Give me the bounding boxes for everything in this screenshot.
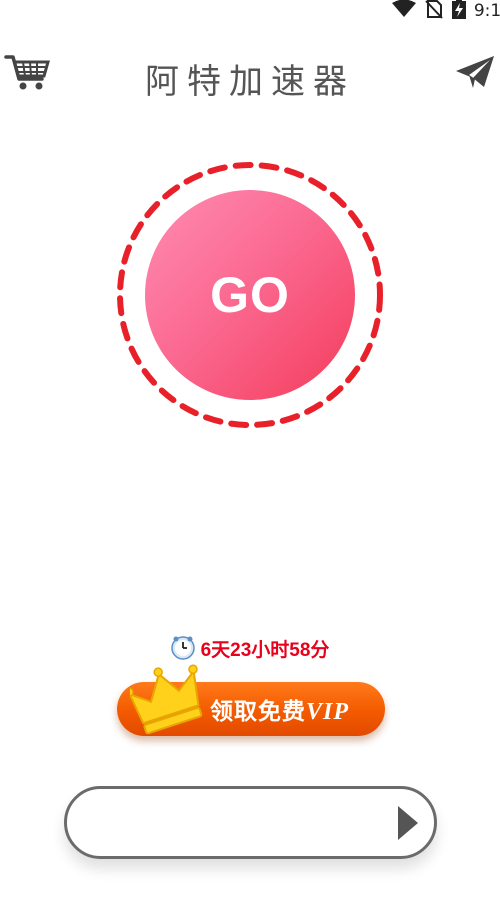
status-time: 9:15 (473, 1, 500, 21)
vip-area: 领取免费VIP (112, 662, 394, 744)
go-label: GO (210, 267, 290, 323)
vip-button-label: 领取免费VIP (210, 692, 349, 726)
server-selector[interactable] (64, 786, 437, 859)
send-button[interactable] (454, 54, 496, 90)
header: 阿特加速器 (0, 48, 500, 104)
go-button[interactable]: GO (145, 190, 355, 400)
vip-label-prefix: 领取免费 (210, 699, 306, 725)
wifi-icon (391, 0, 416, 22)
status-bar: 9:15 (0, 0, 500, 22)
countdown-text: 6天23小时58分 (200, 639, 330, 661)
play-arrow-icon (398, 806, 418, 840)
no-sim-icon (424, 0, 444, 23)
crown-icon (130, 664, 203, 735)
page-title: 阿特加速器 (145, 62, 355, 102)
connect-area: GO (115, 160, 385, 430)
app-screen: 9:15 阿特加速器 (0, 0, 500, 901)
clock-icon (170, 636, 195, 660)
vip-countdown: 6天23小时58分 (0, 634, 500, 662)
battery-charging-icon (451, 0, 466, 23)
send-icon (456, 56, 494, 88)
vip-label-strong: VIP (306, 699, 350, 725)
